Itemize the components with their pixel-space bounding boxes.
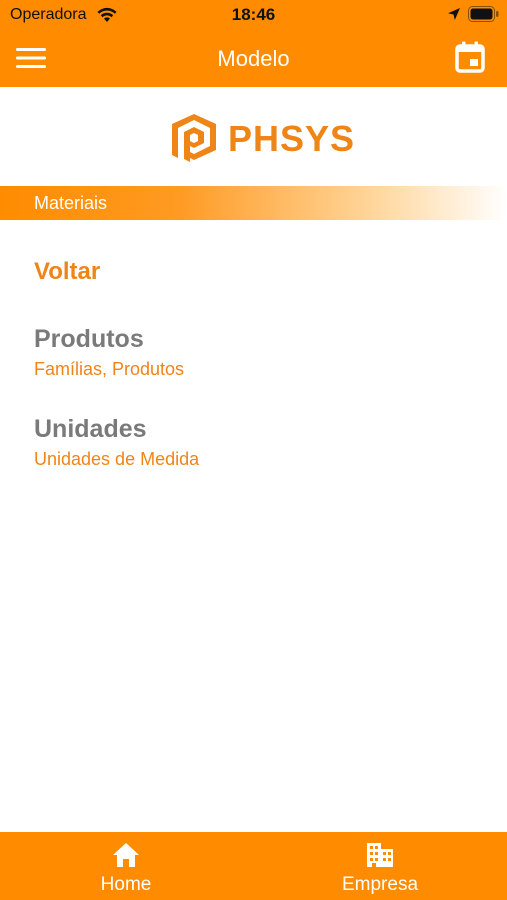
menu-item-unidades[interactable]: Unidades Unidades de Medida	[34, 414, 199, 470]
status-bar: Operadora 18:46	[0, 0, 507, 30]
nav-bar: Modelo	[0, 30, 507, 87]
phsys-logo: PHSYS	[166, 110, 354, 166]
menu-item-title: Unidades	[34, 415, 147, 443]
logo-text: PHSYS	[228, 118, 356, 159]
menu-item-produtos[interactable]: Produtos Famílias, Produtos	[34, 324, 184, 380]
section-header: Materiais	[0, 186, 507, 220]
menu-item-subtitle: Famílias, Produtos	[34, 359, 185, 379]
location-arrow-icon	[448, 8, 460, 20]
section-label: Materiais	[34, 193, 108, 213]
menu-item-title: Produtos	[34, 325, 144, 353]
battery-icon	[468, 6, 499, 22]
header: Operadora 18:46 Modelo	[0, 0, 507, 87]
back-link[interactable]: Voltar	[34, 258, 100, 286]
tab-home[interactable]: Home	[66, 832, 186, 900]
tab-home-label: Home	[100, 874, 152, 895]
calendar-button[interactable]	[452, 39, 488, 75]
home-icon	[113, 843, 139, 867]
calendar-icon	[455, 41, 485, 73]
tab-empresa-label: Empresa	[341, 874, 419, 895]
menu-item-subtitle: Unidades de Medida	[34, 449, 200, 469]
tab-bar: Home Empresa	[0, 832, 507, 900]
page-title: Modelo	[217, 46, 290, 71]
building-icon	[367, 843, 393, 867]
phsys-logo-mark-icon	[172, 114, 216, 162]
tab-empresa[interactable]: Empresa	[320, 832, 440, 900]
status-time: 18:46	[231, 5, 276, 24]
